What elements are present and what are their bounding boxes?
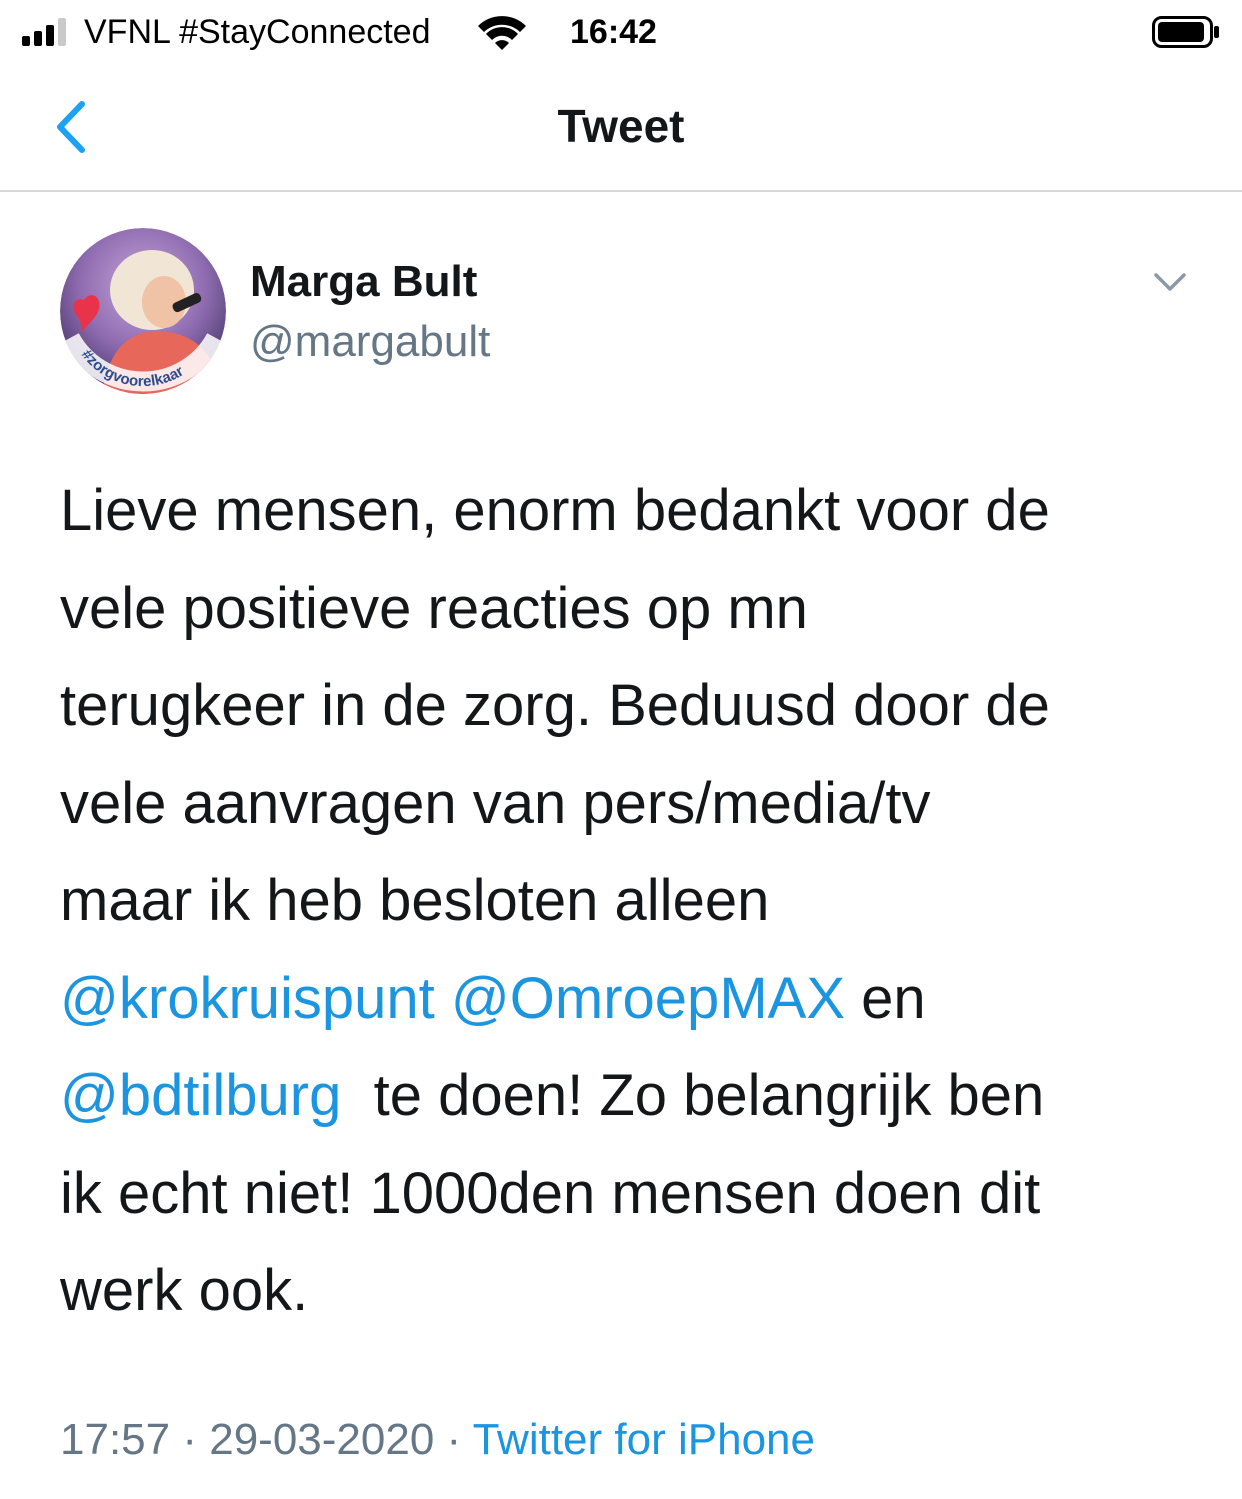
tweet-text-segment: terugkeer in de zorg. Beduusd door de (60, 673, 1050, 738)
cellular-signal-icon (22, 18, 72, 46)
mention-link[interactable]: @bdtilburg (60, 1063, 341, 1128)
tweet-text-segment: vele positieve reacties op mn (60, 575, 808, 641)
navigation-bar: Tweet (0, 64, 1242, 192)
meta-separator: · (170, 1415, 210, 1464)
tweet-text-line: ik echt niet! 1000den mensen doen dit (60, 1145, 1200, 1243)
tweet-text-line: terugkeer in de zorg. Beduusd door de (60, 657, 1200, 755)
carrier-name: VFNL #StayConnected (84, 13, 431, 51)
page-title: Tweet (557, 100, 685, 152)
mention-link[interactable]: @krokruispunt (60, 966, 435, 1031)
tweet-text-line: werk ook. (60, 1242, 1200, 1340)
tweet-text-segment (435, 966, 451, 1031)
battery-icon (1152, 16, 1219, 48)
tweet-text-segment: Lieve mensen, enorm bedankt voor de (60, 478, 1050, 543)
tweet-date: 29-03-2020 (209, 1415, 435, 1464)
tweet-text-line: @krokruispunt @OmroepMAX en (60, 950, 1200, 1048)
status-bar: VFNL #StayConnected 16:42 (0, 0, 1242, 64)
tweet-meta: 17:57 · 29-03-2020 · Twitter for iPhone (60, 1410, 815, 1470)
tweet-text-line: Lieve mensen, enorm bedankt voor de (60, 462, 1200, 560)
meta-separator: · (434, 1415, 473, 1464)
tweet-source-link[interactable]: Twitter for iPhone (473, 1415, 815, 1464)
avatar[interactable]: #zorgvoorelkaar (60, 228, 226, 394)
mention-link[interactable]: @OmroepMAX (451, 966, 845, 1031)
chevron-down-icon[interactable] (1150, 262, 1190, 302)
tweet-text-segment: te doen! Zo belangrijk ben (341, 1063, 1045, 1128)
tweet-text-line: maar ik heb besloten alleen (60, 852, 1200, 950)
tweet-time: 17:57 (60, 1415, 171, 1464)
tweet-text-segment: ik echt niet! 1000den mensen doen dit (60, 1160, 1041, 1226)
tweet-text-line: @bdtilburg te doen! Zo belangrijk ben (60, 1047, 1200, 1145)
author-handle[interactable]: @margabult (250, 314, 490, 370)
tweet-text-segment: vele aanvragen van pers/media/tv (60, 770, 931, 836)
author-name[interactable]: Marga Bult (250, 254, 477, 310)
tweet-text-segment: en (845, 965, 926, 1031)
tweet-text-segment: maar ik heb besloten alleen (60, 868, 770, 933)
tweet-text: Lieve mensen, enorm bedankt voor de vele … (60, 462, 1200, 1340)
status-clock: 16:42 (570, 13, 657, 51)
wifi-icon (478, 16, 526, 50)
tweet-text-line: vele positieve reacties op mn (60, 560, 1200, 658)
tweet-text-line: vele aanvragen van pers/media/tv (60, 755, 1200, 853)
tweet-text-segment: werk ook. (60, 1258, 309, 1323)
tweet-detail-screen: VFNL #StayConnected 16:42 Tweet #zorgvoo… (0, 0, 1242, 1499)
